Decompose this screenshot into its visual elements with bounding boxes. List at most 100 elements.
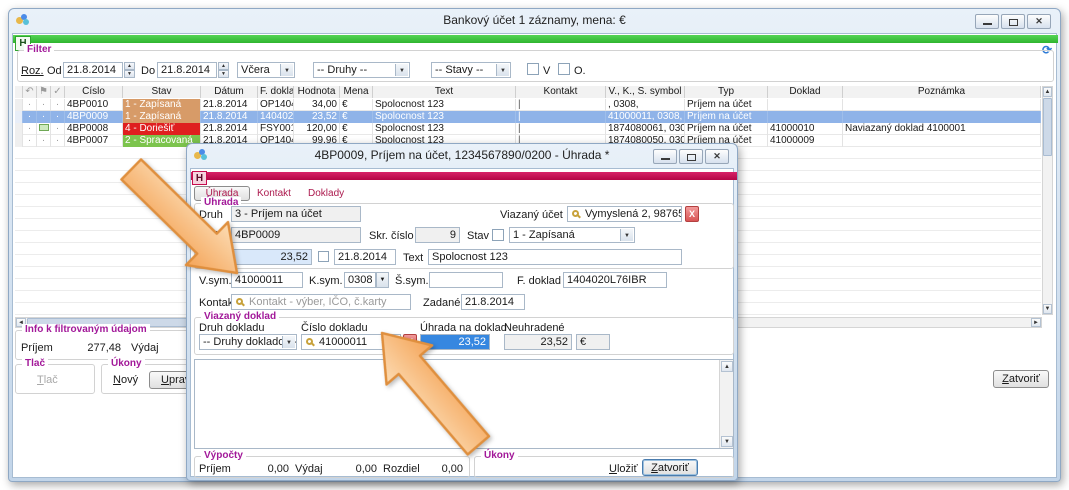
stav-checkbox[interactable] [492,229,504,241]
date-from-spinner[interactable]: ▲▼ [124,62,135,78]
fdoklad-field[interactable]: 1404020L76IBR [563,272,667,288]
col-cislo[interactable]: Číslo [65,86,123,98]
close-button[interactable]: ✕ [705,149,729,164]
maximize-button[interactable] [679,149,703,164]
scroll-right-icon: ► [1031,318,1041,327]
zadane-label: Zadané [423,297,460,309]
uhrada-na-doklad-label: Úhrada na doklad [420,322,507,334]
filter-v-checkbox[interactable] [527,63,539,75]
col-datum[interactable]: Dátum [201,86,258,98]
cislo-label: Číslo [199,230,224,242]
col-poznamka[interactable]: Poznámka [843,86,1041,98]
scroll-up-icon: ▲ [1043,87,1052,97]
col-typ[interactable]: Typ [685,86,768,98]
ssym-field[interactable] [429,272,503,288]
datum-field[interactable]: 21.8.2014 [334,249,396,265]
minimize-button[interactable] [975,14,999,29]
col-doklad[interactable]: Doklad [768,86,843,98]
roz-link[interactable]: Roz. [21,65,44,77]
druhy-select[interactable]: -- Druhy --▼ [313,62,410,78]
col-symbol[interactable]: V., K., S. symbol [606,86,685,98]
col-kontakt[interactable]: Kontakt [516,86,606,98]
search-icon [306,338,313,345]
druh-dokladu-label: Druh dokladu [199,322,264,334]
date-to-spinner[interactable]: ▲▼ [218,62,229,78]
dialog-body: H Úhrada Kontakt Doklady Úhrada Druh 3 -… [190,168,734,477]
stav-select[interactable]: 1 - Zapísaná▼ [509,227,635,243]
druh-field: 3 - Príjem na účet [231,206,361,222]
tlac-button[interactable]: Tlač [37,374,58,386]
search-icon [236,298,243,305]
detail-textarea[interactable]: ▲ ▼ [194,359,734,449]
cislo-dokladu-search[interactable]: 41000011 [301,334,401,350]
cislo-dokladu-label: Číslo dokladu [301,322,368,334]
undo-icon[interactable]: ↶ [23,86,37,98]
status-badge: 1 - Zapísaná [123,99,201,111]
kontakt-search[interactable]: Kontakt - výber, IČO, č.karty [231,294,411,310]
stav-label: Stav [467,230,489,242]
col-hodnota[interactable]: Hodnota [294,86,340,98]
hodnota-checkbox[interactable] [318,251,329,262]
filter-legend: Filter [24,44,54,56]
ksym-label: K.sym. [309,275,343,287]
dialog-titlebar[interactable]: 4BP0009, Príjem na účet, 1234567890/0200… [187,144,737,168]
table-vscrollbar[interactable]: ▲ ▼ [1042,86,1053,315]
check-icon[interactable]: ✓ [51,86,65,98]
fdoklad-label: F. doklad [517,275,561,287]
main-zatvorit-button[interactable]: Zatvoriť [993,370,1049,388]
col-fdoklad[interactable]: F. doklad [258,86,294,98]
chevron-down-icon: ▼ [282,336,295,348]
vsym-field[interactable]: 41000011 [231,272,303,288]
tlac-legend: Tlač [22,358,48,370]
table-header: ↶ ⚑ ✓ Číslo Stav Dátum F. doklad Hodnota… [15,86,1041,98]
screen: { "colors": { "accent_green": "#3ecb3e",… [0,0,1069,490]
uhrada-na-doklad-field[interactable]: 23,52 [420,334,490,350]
main-titlebar[interactable]: Bankový účet 1 záznamy, mena: € ✕ [9,9,1060,33]
search-icon [572,210,579,217]
neuhradene-field: 23,52 [504,334,572,350]
filter-o-checkbox[interactable] [558,63,570,75]
main-window-title: Bankový účet 1 záznamy, mena: € [9,13,1060,27]
col-text[interactable]: Text [373,86,516,98]
ksym-field[interactable]: 0308 [344,272,376,288]
col-mena[interactable]: Mena [340,86,373,98]
status-badge: 4 - Doriešiť [123,123,201,135]
novy-button[interactable]: Nový [113,374,138,386]
preset-select[interactable]: Včera▼ [237,62,295,78]
viazany-ucet-search[interactable]: Vymyslená 2, 9876543210/1234 [567,206,682,222]
green-status-bar [13,35,1058,43]
clear-viazany-ucet-button[interactable]: X [685,206,699,222]
status-badge: 1 - Zapísaná [123,111,201,123]
tab-doklady[interactable]: Doklady [308,188,344,199]
col-stav[interactable]: Stav [123,86,201,98]
hodnota-field[interactable]: 23,52 [231,249,312,265]
clear-cislo-dokladu-button[interactable]: X [403,334,417,350]
prijem-value: 277,48 [73,342,121,354]
cislo-field: 4BP0009 [231,227,361,243]
minimize-button[interactable] [653,149,677,164]
date-to-input[interactable]: 21.8.2014 [157,62,217,78]
table-row-selected[interactable]: · · · 4BP0009 1 - Zapísaná 21.8.2014 140… [15,111,1041,123]
ulozit-button[interactable]: Uložiť [609,463,638,475]
close-button[interactable]: ✕ [1027,14,1051,29]
table-row[interactable]: · · · 4BP0010 1 - Zapísaná 21.8.2014 OP1… [15,99,1041,111]
tab-kontakt[interactable]: Kontakt [257,188,291,199]
date-from-input[interactable]: 21.8.2014 [63,62,123,78]
druh-label: Druh [199,209,223,221]
stavy-select[interactable]: -- Stavy --▼ [431,62,511,78]
dlg-ukony-legend: Úkony [481,450,518,462]
zadane-field[interactable]: 21.8.2014 [461,294,525,310]
druh-dokladu-select[interactable]: -- Druhy dokladov --▼ [199,334,297,350]
filter-o-label: O. [574,65,586,77]
dlg-vydaj-label: Výdaj [295,463,323,475]
maximize-button[interactable] [1001,14,1025,29]
chevron-down-icon: ▼ [280,64,293,76]
ksym-dropdown-button[interactable]: ▼ [376,272,389,288]
dlg-rozdiel-label: Rozdiel [383,463,420,475]
ukony-legend: Úkony [108,358,145,370]
text-field[interactable]: Spolocnost 123 [428,249,682,265]
flag-icon[interactable]: ⚑ [37,86,51,98]
h-button[interactable]: H [192,171,207,185]
table-row[interactable]: · · 4BP0008 4 - Doriešiť 21.8.2014 FSY00… [15,123,1041,135]
dlg-zatvorit-button[interactable]: Zatvoriť [642,459,698,476]
